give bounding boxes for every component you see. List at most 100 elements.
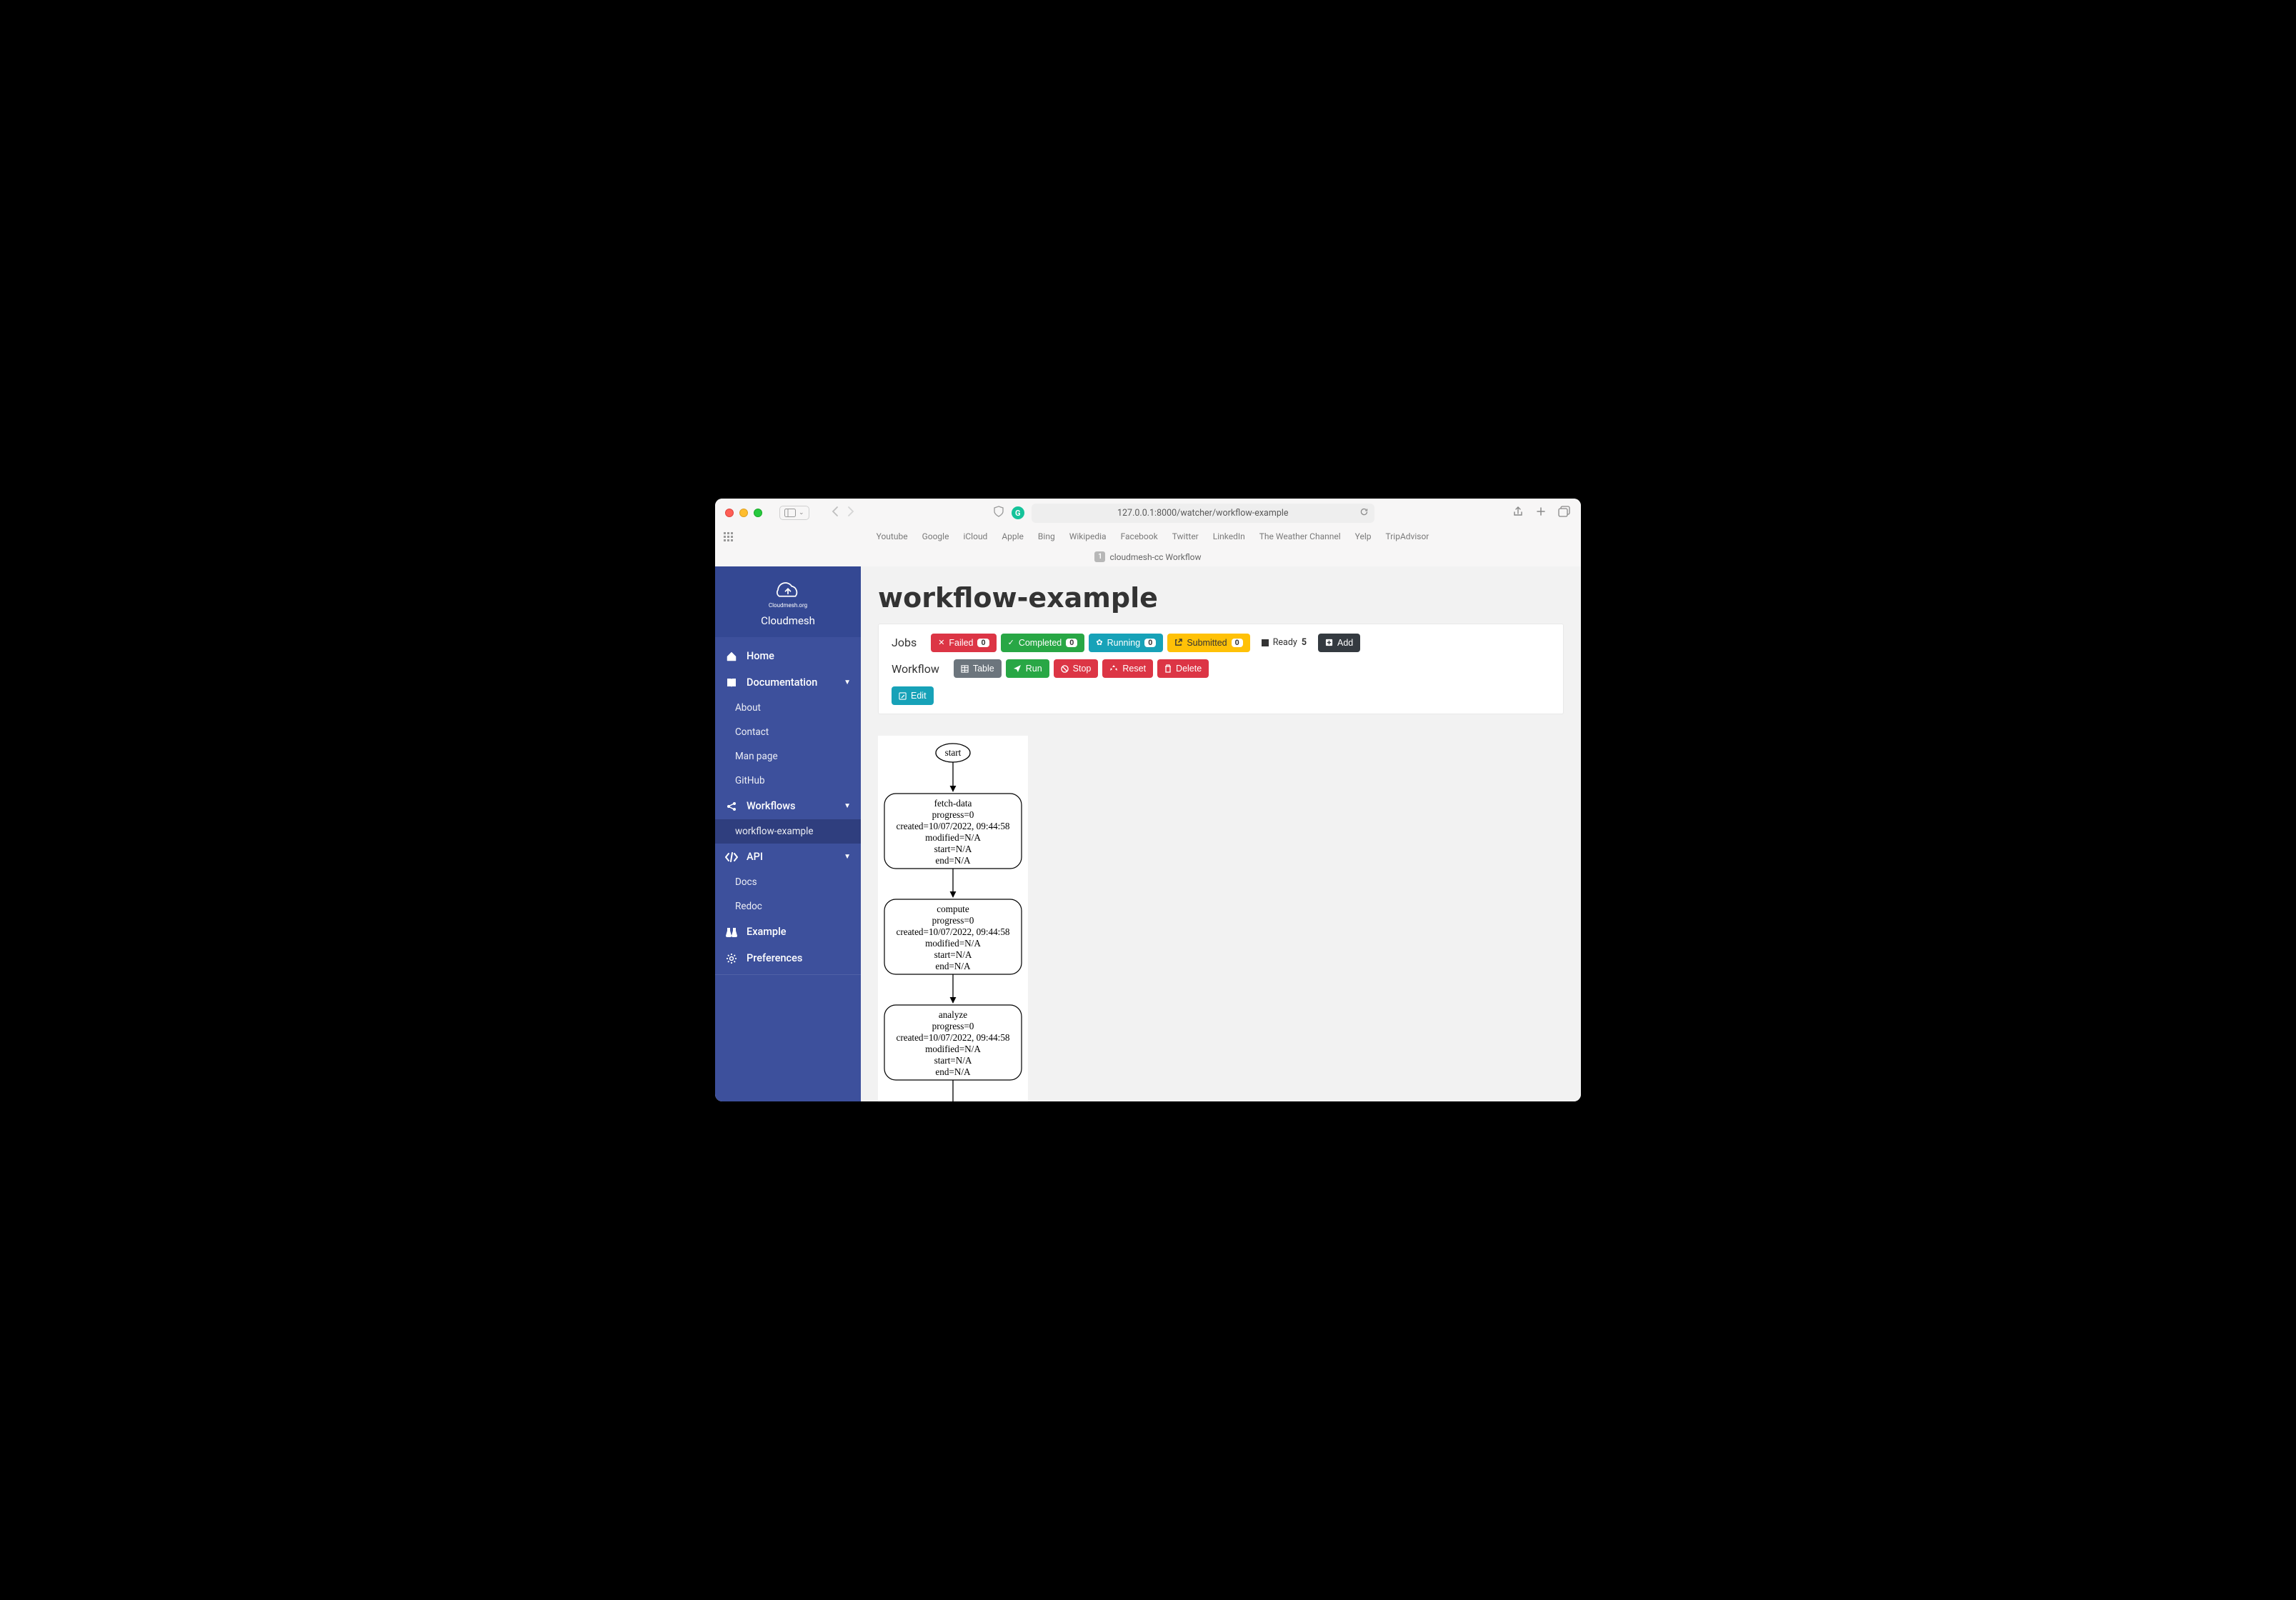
count-badge: 0 — [977, 639, 989, 647]
share-button[interactable] — [1512, 506, 1524, 520]
bookmarks-bar: Youtube Google iCloud Apple Bing Wikiped… — [733, 527, 1572, 546]
sidebar-sub-github[interactable]: GitHub — [715, 769, 861, 793]
back-button[interactable] — [831, 506, 839, 520]
brand[interactable]: Cloudmesh.org Cloudmesh — [715, 566, 861, 637]
running-button[interactable]: ✿ Running 0 — [1089, 634, 1163, 652]
stop-button[interactable]: Stop — [1054, 659, 1099, 678]
new-tab-button[interactable] — [1535, 506, 1547, 520]
count-badge: 0 — [1066, 639, 1077, 647]
add-button[interactable]: Add — [1318, 634, 1360, 652]
bookmark-link[interactable]: Yelp — [1355, 531, 1372, 541]
app-body: Cloudmesh.org Cloudmesh Home Documentati… — [715, 566, 1581, 1101]
run-button[interactable]: Run — [1006, 659, 1049, 678]
node-line: created=10/07/2022, 09:44:58 — [896, 821, 1009, 831]
sidebar-toggle-button[interactable]: ⌄ — [775, 503, 814, 523]
node-line: progress=0 — [932, 809, 974, 820]
code-icon — [725, 852, 738, 862]
failed-button[interactable]: ✕ Failed 0 — [931, 634, 996, 652]
graph-label: start — [945, 747, 962, 758]
stop-icon — [1262, 639, 1269, 646]
btn-label: Delete — [1176, 664, 1202, 674]
sidebar-item-api[interactable]: API ▼ — [715, 844, 861, 870]
sidebar-sub-redoc[interactable]: Redoc — [715, 894, 861, 919]
node-line: end=N/A — [935, 1066, 971, 1077]
bookmark-link[interactable]: TripAdvisor — [1386, 531, 1429, 541]
sidebar-item-preferences[interactable]: Preferences — [715, 945, 861, 975]
submitted-button[interactable]: Submitted 0 — [1167, 634, 1249, 652]
tab-overview-button[interactable] — [1558, 506, 1571, 520]
btn-label: Run — [1026, 664, 1042, 674]
grammarly-extension-icon[interactable]: G — [1012, 506, 1024, 519]
sidebar-item-home[interactable]: Home — [715, 643, 861, 669]
recycle-icon — [1109, 664, 1118, 673]
gear-icon — [725, 953, 738, 964]
chevron-down-icon: ▼ — [844, 853, 851, 861]
btn-label: Stop — [1073, 664, 1092, 674]
bookmark-link[interactable]: Youtube — [877, 531, 908, 541]
control-panel: Jobs ✕ Failed 0 ✓ Completed 0 ✿ Running — [878, 624, 1564, 714]
apps-grid-icon[interactable] — [724, 532, 733, 541]
edit-button[interactable]: Edit — [892, 686, 934, 705]
workflow-graph: start fetch-data progress=0 created=10/0… — [878, 736, 1028, 1101]
bookmark-link[interactable]: iCloud — [963, 531, 987, 541]
browser-window: ⌄ G 127.0.0.1:8000/watcher/workflow-exam… — [715, 499, 1581, 1101]
sidebar-sub-manpage[interactable]: Man page — [715, 744, 861, 769]
address-bar[interactable]: 127.0.0.1:8000/watcher/workflow-example — [1032, 504, 1374, 523]
maximize-window-button[interactable] — [754, 509, 762, 517]
bookmark-link[interactable]: Google — [922, 531, 949, 541]
table-button[interactable]: Table — [954, 659, 1002, 678]
ban-icon — [1061, 665, 1069, 673]
count-badge: 0 — [1232, 639, 1243, 647]
sidebar-item-documentation[interactable]: Documentation ▼ — [715, 669, 861, 696]
nav-label: Home — [747, 650, 774, 662]
bookmark-link[interactable]: Facebook — [1121, 531, 1158, 541]
btn-label: Failed — [949, 638, 973, 648]
share-nodes-icon — [725, 801, 738, 812]
sidebar-sub-contact[interactable]: Contact — [715, 720, 861, 744]
node-line: start=N/A — [934, 1055, 972, 1066]
bookmark-link[interactable]: The Weather Channel — [1259, 531, 1341, 541]
bookmark-link[interactable]: LinkedIn — [1213, 531, 1245, 541]
chevron-down-icon: ▼ — [844, 679, 851, 686]
node-line: modified=N/A — [925, 1044, 981, 1054]
bookmark-link[interactable]: Twitter — [1172, 531, 1199, 541]
home-icon — [725, 651, 738, 662]
ready-chip: Ready 5 — [1254, 633, 1314, 652]
refresh-button[interactable] — [1359, 507, 1369, 519]
external-link-icon — [1174, 639, 1182, 646]
node-line: compute — [937, 904, 969, 914]
x-icon: ✕ — [938, 638, 944, 647]
sidebar-sub-docs[interactable]: Docs — [715, 870, 861, 894]
ready-count: 5 — [1302, 637, 1307, 648]
forward-button[interactable] — [847, 506, 855, 520]
cloud-logo-icon — [773, 579, 803, 601]
bookmark-link[interactable]: Bing — [1038, 531, 1055, 541]
privacy-shield-icon[interactable] — [993, 506, 1004, 520]
sidebar: Cloudmesh.org Cloudmesh Home Documentati… — [715, 566, 861, 1101]
sidebar-sub-workflow-example[interactable]: workflow-example — [715, 819, 861, 844]
sidebar-sub-about[interactable]: About — [715, 696, 861, 720]
btn-label: Running — [1107, 638, 1141, 648]
btn-label: Edit — [911, 691, 927, 701]
minimize-window-button[interactable] — [739, 509, 748, 517]
node-line: modified=N/A — [925, 938, 981, 949]
nav-label: Workflows — [747, 800, 796, 812]
completed-button[interactable]: ✓ Completed 0 — [1001, 634, 1085, 652]
active-tab-title[interactable]: cloudmesh-cc Workflow — [1109, 552, 1201, 562]
delete-button[interactable]: Delete — [1157, 659, 1209, 678]
btn-label: Add — [1337, 638, 1353, 648]
check-icon: ✓ — [1008, 638, 1014, 647]
tab-count-badge: 1 — [1094, 551, 1105, 562]
pencil-square-icon — [899, 692, 907, 700]
btn-label: Reset — [1122, 664, 1146, 674]
bookmark-link[interactable]: Apple — [1002, 531, 1024, 541]
sidebar-item-example[interactable]: Example — [715, 919, 861, 945]
sidebar-item-workflows[interactable]: Workflows ▼ — [715, 793, 861, 819]
node-line: progress=0 — [932, 915, 974, 926]
book-icon — [725, 677, 738, 689]
reset-button[interactable]: Reset — [1102, 659, 1153, 678]
node-line: fetch-data — [934, 798, 972, 809]
bookmark-link[interactable]: Wikipedia — [1069, 531, 1107, 541]
close-window-button[interactable] — [725, 509, 734, 517]
node-line: end=N/A — [935, 855, 971, 866]
